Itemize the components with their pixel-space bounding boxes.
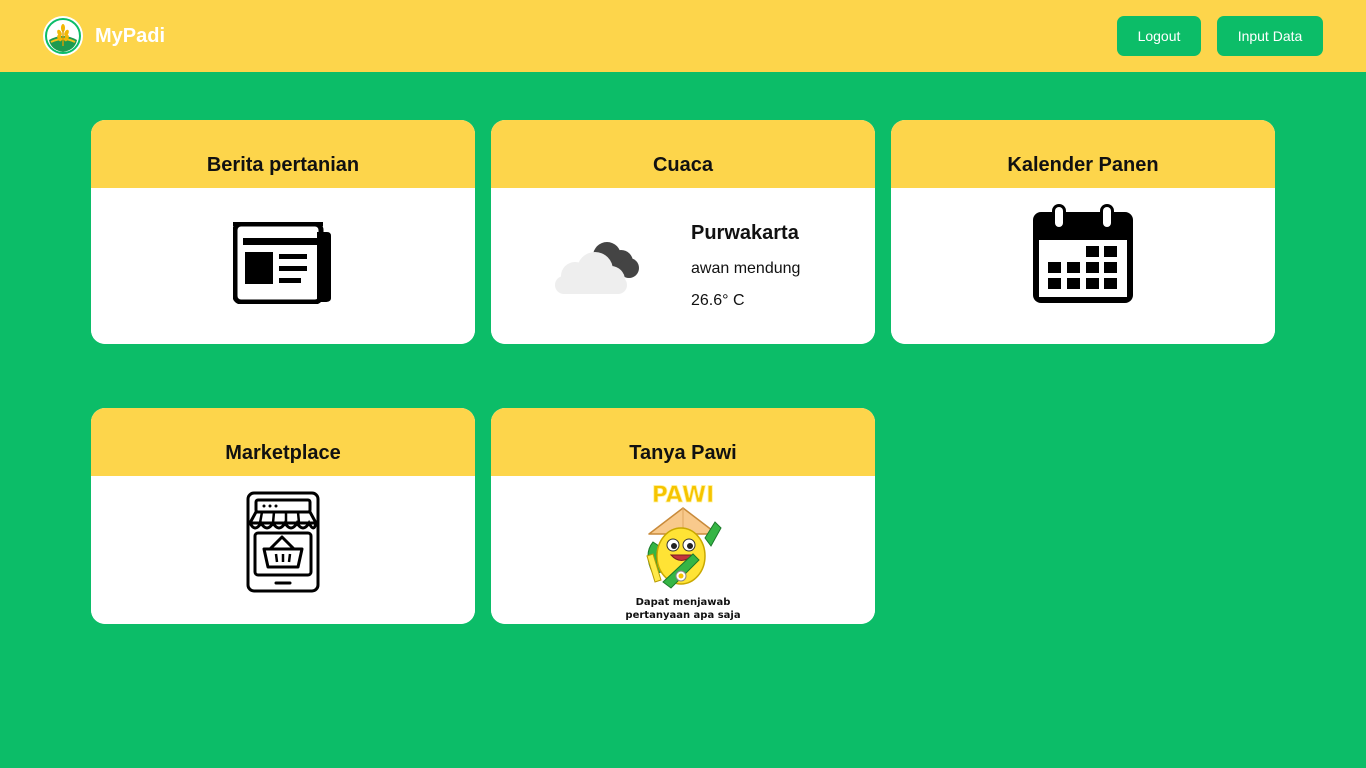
card-cuaca[interactable]: Cuaca Purwakarta awan mendung 26.6° C bbox=[491, 120, 875, 344]
card-header: Berita pertanian bbox=[91, 120, 475, 188]
card-marketplace[interactable]: Marketplace bbox=[91, 408, 475, 624]
card-header: Tanya Pawi bbox=[491, 408, 875, 476]
cloudy-weather-icon bbox=[555, 242, 639, 294]
newspaper-icon bbox=[233, 222, 331, 304]
card-tanya-pawi[interactable]: Tanya Pawi PAWI Dapat menjawab pertanyaa… bbox=[491, 408, 875, 624]
pawi-logo-text: PAWI bbox=[652, 483, 715, 508]
card-body: PAWI Dapat menjawab pertanyaan apa saja bbox=[491, 476, 875, 624]
card-title: Kalender Panen bbox=[1007, 154, 1159, 176]
shop-basket-icon bbox=[246, 491, 320, 593]
brand-link[interactable]: MyPadi bbox=[43, 16, 165, 56]
pawi-mascot-icon: PAWI bbox=[646, 483, 722, 589]
card-kalender-panen[interactable]: Kalender Panen bbox=[891, 120, 1275, 344]
card-title: Berita pertanian bbox=[206, 154, 360, 176]
navbar: MyPadi Logout Input Data bbox=[0, 0, 1366, 72]
pawi-caption-line2: pertanyaan apa saja bbox=[625, 610, 741, 621]
card-title: Tanya Pawi bbox=[629, 442, 737, 464]
card-header: Marketplace bbox=[91, 408, 475, 476]
card-body bbox=[91, 188, 475, 344]
calendar-icon bbox=[1033, 204, 1133, 303]
card-title: Cuaca bbox=[652, 154, 714, 176]
card-header: Kalender Panen bbox=[891, 120, 1275, 188]
card-berita-pertanian[interactable]: Berita pertanian bbox=[91, 120, 475, 344]
weather-description: awan mendung bbox=[691, 260, 801, 277]
weather-city: Purwakarta bbox=[691, 222, 799, 244]
logout-button[interactable]: Logout bbox=[1117, 16, 1201, 56]
brand-name: MyPadi bbox=[95, 24, 166, 47]
card-header: Cuaca bbox=[491, 120, 875, 188]
pawi-caption-line1: Dapat menjawab bbox=[635, 597, 731, 608]
rice-logo-icon bbox=[43, 16, 83, 56]
card-body bbox=[891, 188, 1275, 344]
card-body bbox=[91, 476, 475, 624]
input-data-button[interactable]: Input Data bbox=[1217, 16, 1323, 56]
card-title: Marketplace bbox=[225, 442, 341, 464]
card-body: Purwakarta awan mendung 26.6° C bbox=[491, 188, 875, 344]
weather-temperature: 26.6° C bbox=[691, 292, 745, 309]
